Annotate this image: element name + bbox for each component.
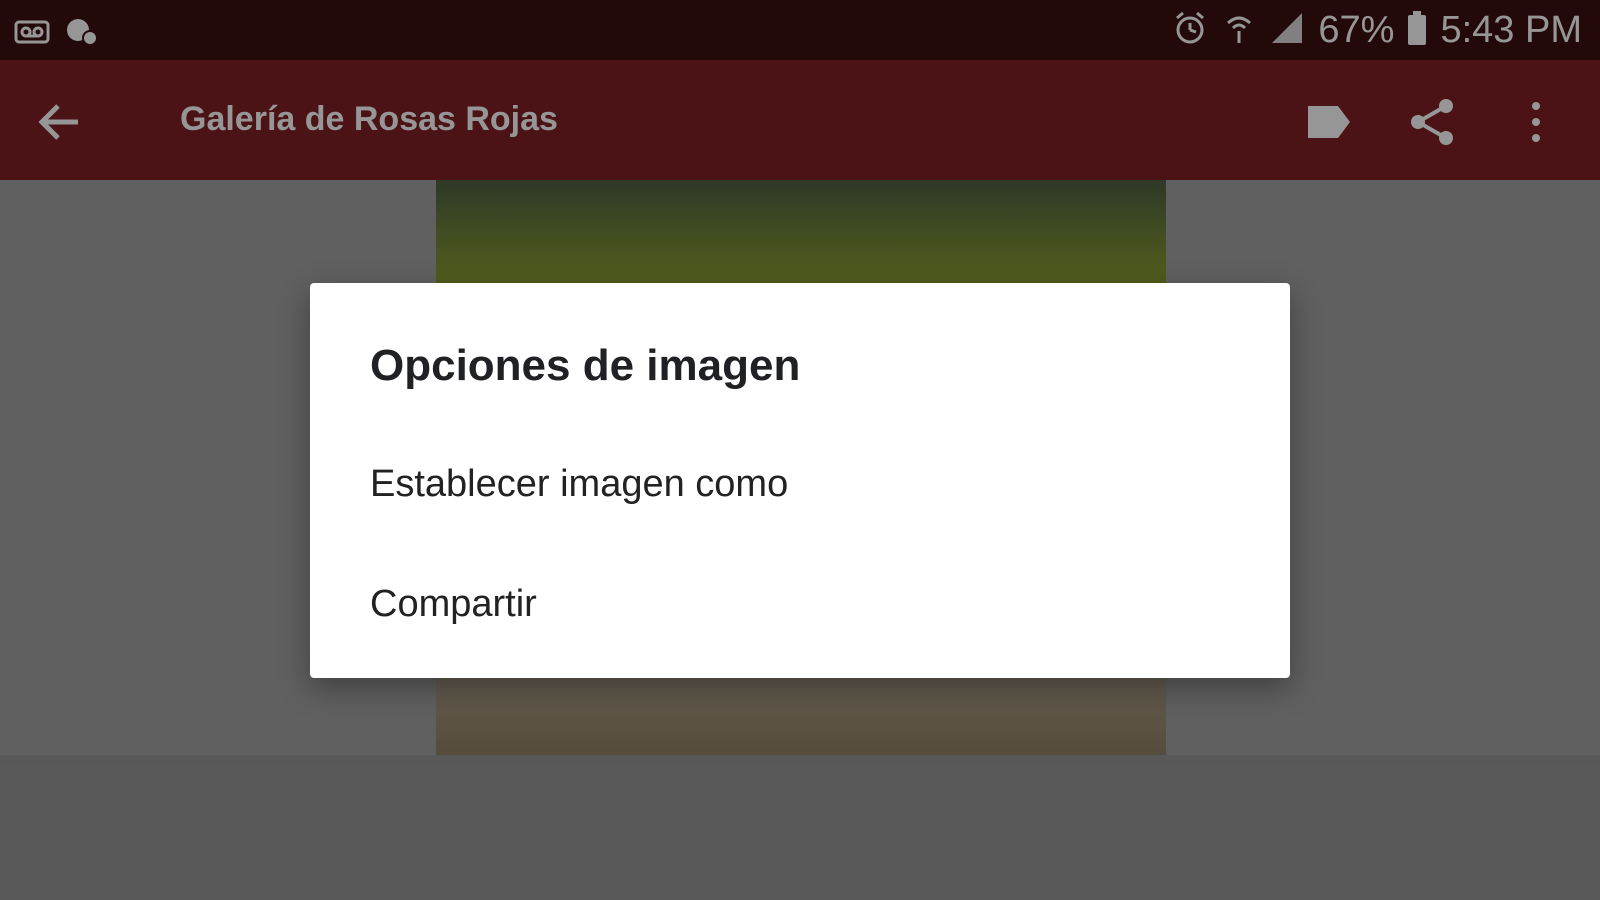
menu-item-label: Compartir <box>370 583 537 625</box>
dialog-title: Opciones de imagen <box>370 341 801 390</box>
share-option[interactable]: Compartir <box>310 543 1290 663</box>
menu-item-label: Establecer imagen como <box>370 463 789 505</box>
image-options-dialog: Opciones de imagen Establecer imagen com… <box>310 283 1290 678</box>
set-image-as-option[interactable]: Establecer imagen como <box>310 423 1290 543</box>
